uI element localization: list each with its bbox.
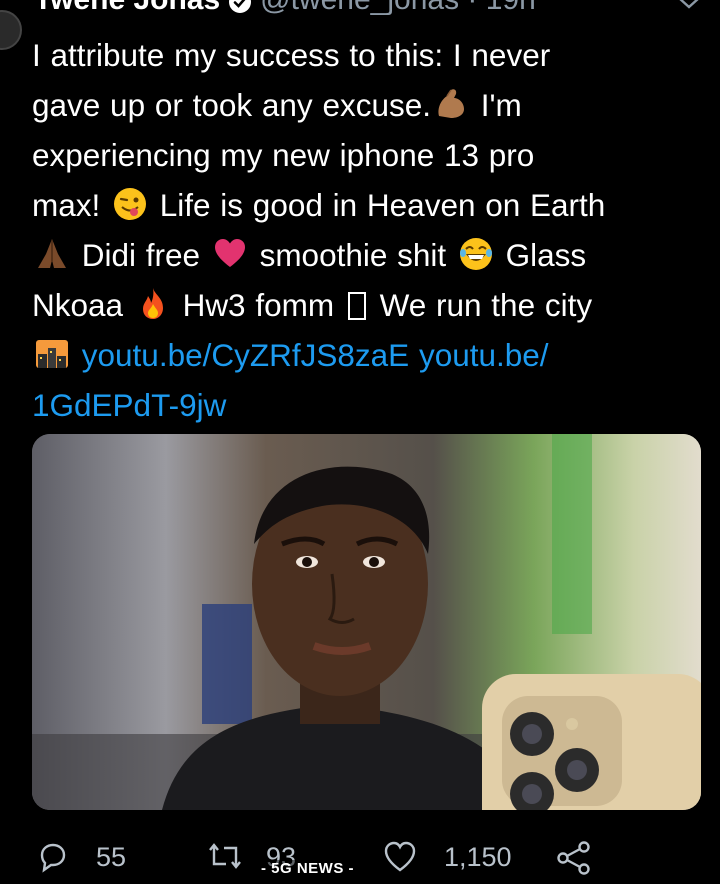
selfie-photo	[32, 434, 701, 810]
tweet-photo[interactable]	[32, 434, 701, 810]
winking-tongue-face-icon	[112, 186, 148, 222]
tweet-text: I attribute my success to this: I never …	[32, 30, 702, 430]
avatar[interactable]	[0, 10, 22, 50]
share-icon	[554, 840, 594, 876]
like-count: 1,150	[444, 841, 512, 872]
heart-icon	[212, 236, 248, 272]
tweet-actions: 55 93 1,150 - 5G NEWS -	[0, 832, 720, 884]
reply-button[interactable]: 55	[36, 840, 126, 874]
link-youtube-2[interactable]: youtu.be/	[419, 337, 549, 373]
tweet-line: I attribute my success to this: I never	[32, 37, 551, 73]
folded-hands-icon	[34, 236, 70, 272]
chevron-down-icon[interactable]	[676, 0, 702, 14]
tweet-line: gave up or took any excuse. I'm	[32, 86, 522, 123]
reply-count: 55	[96, 841, 127, 872]
tweet-header: Twene Jonas @twene_jonas · 19h	[34, 0, 536, 18]
cityscape-icon	[34, 336, 70, 372]
unsupported-glyph-icon	[347, 292, 366, 320]
tweet-line: Didi free smoothie shit Glass	[32, 230, 702, 280]
tweet-line: experiencing my new iphone 13 pro	[32, 137, 535, 173]
tears-of-joy-face-icon	[458, 236, 494, 272]
tweet[interactable]: Twene Jonas @twene_jonas · 19h I attribu…	[0, 0, 720, 884]
share-button[interactable]	[554, 840, 594, 876]
watermark: - 5G NEWS -	[259, 860, 357, 877]
tweet-line: max! Life is good in Heaven on Earth	[32, 186, 606, 223]
verified-icon	[228, 0, 252, 13]
heart-outline-icon	[382, 840, 418, 874]
link-youtube-1[interactable]: youtu.be/CyZRfJS8zaE	[82, 337, 409, 373]
author-name[interactable]: Twene Jonas	[34, 0, 220, 17]
handle-and-time[interactable]: @twene_jonas · 19h	[260, 0, 536, 17]
tweet-line: youtu.be/CyZRfJS8zaE youtu.be/	[32, 330, 702, 380]
reply-icon	[36, 840, 70, 874]
link-youtube-2-continued[interactable]: 1GdEPdT-9jw	[32, 380, 702, 430]
tweet-line: Nkoaa Hw3 fomm We run the city	[32, 286, 593, 323]
flexed-biceps-icon	[433, 86, 469, 122]
like-button[interactable]: 1,150	[382, 840, 512, 874]
retweet-icon	[206, 840, 246, 874]
fire-icon	[135, 286, 171, 322]
